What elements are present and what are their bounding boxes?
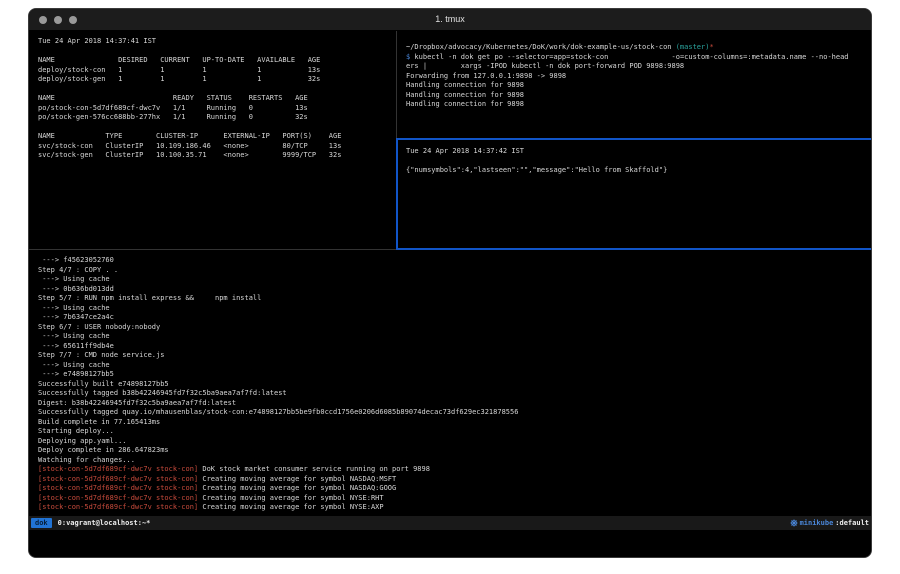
tmux-terminal: Tue 24 Apr 2018 14:37:41 IST NAME DESIRE… xyxy=(29,31,871,558)
terminal-line: Watching for changes... xyxy=(38,456,869,466)
terminal-line: ---> 65611ff9db4e xyxy=(38,342,869,352)
terminal-line: Deploy complete in 286.647823ms xyxy=(38,446,869,456)
terminal-line: Tue 24 Apr 2018 14:37:42 IST xyxy=(406,147,869,157)
terminal-line: deploy/stock-con 1 1 1 1 13s xyxy=(38,66,396,76)
terminal-line: Handling connection for 9898 xyxy=(406,100,869,110)
terminal-line: ers | xargs -IPOD kubectl -n dok port-fo… xyxy=(406,62,869,72)
terminal-line: svc/stock-gen ClusterIP 10.100.35.71 <no… xyxy=(38,151,396,161)
terminal-line: Starting deploy... xyxy=(38,427,869,437)
terminal-line: [stock-con-5d7df689cf-dwc7v stock-con] C… xyxy=(38,484,869,494)
terminal-line: po/stock-gen-576cc688bb-277hx 1/1 Runnin… xyxy=(38,113,396,123)
terminal-line: ---> f45623052760 xyxy=(38,256,869,266)
terminal-line: Digest: b38b42246945fd7f32c5ba9aea7af7fd… xyxy=(38,399,869,409)
terminal-line: ---> 0b636bd013dd xyxy=(38,285,869,295)
kube-namespace: :default xyxy=(835,519,869,527)
terminal-line: Successfully tagged quay.io/mhausenblas/… xyxy=(38,408,869,418)
terminal-line xyxy=(38,47,396,57)
terminal-line: Build complete in 77.165413ms xyxy=(38,418,869,428)
terminal-line: Handling connection for 9898 xyxy=(406,81,869,91)
terminal-line: Step 6/7 : USER nobody:nobody xyxy=(38,323,869,333)
pane-port-forward[interactable]: ~/Dropbox/advocacy/Kubernetes/DoK/work/d… xyxy=(401,34,869,135)
terminal-line: [stock-con-5d7df689cf-dwc7v stock-con] C… xyxy=(38,494,869,504)
terminal-line xyxy=(38,123,396,133)
kube-context-name: minikube xyxy=(800,519,834,527)
terminal-line: Tue 24 Apr 2018 14:37:41 IST xyxy=(38,37,396,47)
terminal-line: ---> Using cache xyxy=(38,361,869,371)
active-pane-border-top[interactable] xyxy=(396,138,871,140)
pane-divider-vertical[interactable] xyxy=(396,31,397,138)
terminal-line: [stock-con-5d7df689cf-dwc7v stock-con] D… xyxy=(38,465,869,475)
active-pane-border-left[interactable] xyxy=(396,138,398,250)
active-pane-border-bottom[interactable] xyxy=(396,248,871,250)
terminal-line: ---> Using cache xyxy=(38,275,869,285)
terminal-line: Successfully built e74898127bb5 xyxy=(38,380,869,390)
terminal-line: Handling connection for 9898 xyxy=(406,91,869,101)
terminal-line: ---> 7b6347ce2a4c xyxy=(38,313,869,323)
terminal-line: {"numsymbols":4,"lastseen":"","message":… xyxy=(406,166,869,176)
tmux-status-bar: dok 0:vagrant@localhost:~* minikube:defa… xyxy=(29,516,871,530)
terminal-line: po/stock-con-5d7df689cf-dwc7v 1/1 Runnin… xyxy=(38,104,396,114)
terminal-line: Deploying app.yaml... xyxy=(38,437,869,447)
window-titlebar: 1. tmux xyxy=(29,9,871,31)
terminal-line: ---> Using cache xyxy=(38,332,869,342)
terminal-line xyxy=(38,85,396,95)
terminal-line: Successfully tagged b38b42246945fd7f32c5… xyxy=(38,389,869,399)
terminal-line: $ kubectl -n dok get po --selector=app=s… xyxy=(406,53,869,63)
terminal-line: ~/Dropbox/advocacy/Kubernetes/DoK/work/d… xyxy=(406,43,869,53)
terminal-line: Step 5/7 : RUN npm install express && np… xyxy=(38,294,869,304)
window-title: 1. tmux xyxy=(29,14,871,24)
terminal-window: 1. tmux Tue 24 Apr 2018 14:37:41 IST NAM… xyxy=(28,8,872,558)
kubernetes-helm-icon xyxy=(790,519,798,527)
pane-kubectl-watch[interactable]: Tue 24 Apr 2018 14:37:41 IST NAME DESIRE… xyxy=(31,34,396,246)
terminal-line: NAME TYPE CLUSTER-IP EXTERNAL-IP PORT(S)… xyxy=(38,132,396,142)
terminal-line: deploy/stock-gen 1 1 1 1 32s xyxy=(38,75,396,85)
pane-divider-horizontal[interactable] xyxy=(29,249,396,250)
terminal-line: ---> e74898127bb5 xyxy=(38,370,869,380)
terminal-line xyxy=(406,157,869,167)
kube-context-status: minikube:default xyxy=(790,519,869,527)
pane-skaffold-build-log[interactable]: ---> f45623052760Step 4/7 : COPY . . ---… xyxy=(31,253,869,514)
terminal-line: [stock-con-5d7df689cf-dwc7v stock-con] C… xyxy=(38,503,869,513)
terminal-line: NAME READY STATUS RESTARTS AGE xyxy=(38,94,396,104)
pane-service-output-active[interactable]: Tue 24 Apr 2018 14:37:42 IST {"numsymbol… xyxy=(401,142,869,246)
terminal-line: svc/stock-con ClusterIP 10.109.186.46 <n… xyxy=(38,142,396,152)
terminal-line: Forwarding from 127.0.0.1:9898 -> 9898 xyxy=(406,72,869,82)
terminal-line: Step 7/7 : CMD node service.js xyxy=(38,351,869,361)
terminal-line: ---> Using cache xyxy=(38,304,869,314)
session-name-badge: dok xyxy=(31,518,52,528)
current-window-label[interactable]: 0:vagrant@localhost:~* xyxy=(58,519,151,527)
terminal-line: [stock-con-5d7df689cf-dwc7v stock-con] C… xyxy=(38,475,869,485)
terminal-line: NAME DESIRED CURRENT UP-TO-DATE AVAILABL… xyxy=(38,56,396,66)
terminal-line: Step 4/7 : COPY . . xyxy=(38,266,869,276)
